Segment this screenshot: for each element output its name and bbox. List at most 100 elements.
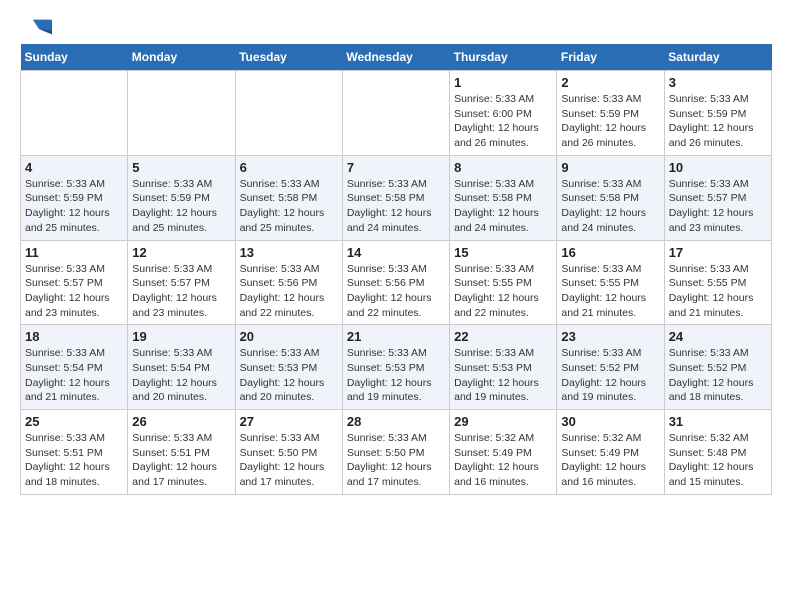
logo-icon	[20, 16, 52, 36]
calendar-cell: 22Sunrise: 5:33 AM Sunset: 5:53 PM Dayli…	[450, 325, 557, 410]
day-number: 24	[669, 329, 767, 344]
weekday-header: Saturday	[664, 44, 771, 71]
day-number: 6	[240, 160, 338, 175]
day-info: Sunrise: 5:33 AM Sunset: 5:54 PM Dayligh…	[132, 346, 230, 405]
calendar-cell: 6 Sunrise: 5:33 AM Sunset: 5:58 PM Daylig…	[235, 155, 342, 240]
day-number: 25	[25, 414, 123, 429]
weekday-header: Tuesday	[235, 44, 342, 71]
day-number: 5	[132, 160, 230, 175]
day-number: 7	[347, 160, 445, 175]
day-info: Sunrise: 5:33 AM Sunset: 5:55 PM Dayligh…	[561, 262, 659, 321]
day-info: Sunrise: 5:33 AM Sunset: 5:57 PM Dayligh…	[25, 262, 123, 321]
calendar-cell: 26 Sunrise: 5:33 AM Sunset: 5:51 PM Dayli…	[128, 410, 235, 495]
calendar-cell: 11 Sunrise: 5:33 AM Sunset: 5:57 PM Dayli…	[21, 240, 128, 325]
day-info: Sunrise: 5:33 AM Sunset: 5:59 PM Dayligh…	[561, 92, 659, 151]
day-info: Sunrise: 5:33 AM Sunset: 5:57 PM Dayligh…	[669, 177, 767, 236]
weekday-header: Monday	[128, 44, 235, 71]
calendar-cell: 28 Sunrise: 5:33 AM Sunset: 5:50 PM Dayli…	[342, 410, 449, 495]
calendar-cell: 10 Sunrise: 5:33 AM Sunset: 5:57 PM Dayli…	[664, 155, 771, 240]
calendar-cell: 31 Sunrise: 5:32 AM Sunset: 5:48 PM Dayli…	[664, 410, 771, 495]
day-number: 29	[454, 414, 552, 429]
calendar-cell: 8Sunrise: 5:33 AM Sunset: 5:58 PM Daylig…	[450, 155, 557, 240]
calendar-cell: 9Sunrise: 5:33 AM Sunset: 5:58 PM Daylig…	[557, 155, 664, 240]
calendar-cell: 4Sunrise: 5:33 AM Sunset: 5:59 PM Daylig…	[21, 155, 128, 240]
calendar-cell: 29 Sunrise: 5:32 AM Sunset: 5:49 PM Dayli…	[450, 410, 557, 495]
day-info: Sunrise: 5:33 AM Sunset: 5:50 PM Dayligh…	[347, 431, 445, 490]
day-number: 1	[454, 75, 552, 90]
calendar-header-row: SundayMondayTuesdayWednesdayThursdayFrid…	[21, 44, 772, 71]
day-number: 19	[132, 329, 230, 344]
day-number: 28	[347, 414, 445, 429]
day-info: Sunrise: 5:33 AM Sunset: 5:53 PM Dayligh…	[240, 346, 338, 405]
calendar-table: SundayMondayTuesdayWednesdayThursdayFrid…	[20, 44, 772, 495]
day-number: 26	[132, 414, 230, 429]
calendar-week-row: 4 Sunrise: 5:33 AM Sunset: 5:59 PM Daylig…	[21, 155, 772, 240]
day-info: Sunrise: 5:33 AM Sunset: 5:55 PM Dayligh…	[454, 262, 552, 321]
calendar-week-row: 1 Sunrise: 5:33 AM Sunset: 6:00 PM Daylig…	[21, 71, 772, 156]
day-number: 13	[240, 245, 338, 260]
day-info: Sunrise: 5:33 AM Sunset: 5:51 PM Dayligh…	[25, 431, 123, 490]
day-number: 18	[25, 329, 123, 344]
day-number: 23	[561, 329, 659, 344]
day-info: Sunrise: 5:32 AM Sunset: 5:49 PM Dayligh…	[561, 431, 659, 490]
day-number: 27	[240, 414, 338, 429]
day-number: 20	[240, 329, 338, 344]
calendar-cell: 3 Sunrise: 5:33 AM Sunset: 5:59 PM Daylig…	[664, 71, 771, 156]
day-info: Sunrise: 5:33 AM Sunset: 5:52 PM Dayligh…	[561, 346, 659, 405]
calendar-cell: 14 Sunrise: 5:33 AM Sunset: 5:56 PM Dayli…	[342, 240, 449, 325]
day-info: Sunrise: 5:33 AM Sunset: 5:59 PM Dayligh…	[669, 92, 767, 151]
day-info: Sunrise: 5:33 AM Sunset: 5:58 PM Dayligh…	[240, 177, 338, 236]
day-number: 3	[669, 75, 767, 90]
day-number: 2	[561, 75, 659, 90]
logo	[20, 16, 56, 36]
day-number: 31	[669, 414, 767, 429]
day-info: Sunrise: 5:33 AM Sunset: 5:56 PM Dayligh…	[347, 262, 445, 321]
day-info: Sunrise: 5:33 AM Sunset: 5:50 PM Dayligh…	[240, 431, 338, 490]
calendar-week-row: 11 Sunrise: 5:33 AM Sunset: 5:57 PM Dayli…	[21, 240, 772, 325]
page-header	[20, 16, 772, 36]
calendar-week-row: 18 Sunrise: 5:33 AM Sunset: 5:54 PM Dayli…	[21, 325, 772, 410]
day-info: Sunrise: 5:33 AM Sunset: 6:00 PM Dayligh…	[454, 92, 552, 151]
calendar-cell	[342, 71, 449, 156]
day-info: Sunrise: 5:33 AM Sunset: 5:55 PM Dayligh…	[669, 262, 767, 321]
day-info: Sunrise: 5:33 AM Sunset: 5:58 PM Dayligh…	[347, 177, 445, 236]
calendar-cell: 18 Sunrise: 5:33 AM Sunset: 5:54 PM Dayli…	[21, 325, 128, 410]
calendar-cell: 7 Sunrise: 5:33 AM Sunset: 5:58 PM Daylig…	[342, 155, 449, 240]
calendar-cell	[21, 71, 128, 156]
day-number: 11	[25, 245, 123, 260]
day-info: Sunrise: 5:33 AM Sunset: 5:52 PM Dayligh…	[669, 346, 767, 405]
day-info: Sunrise: 5:32 AM Sunset: 5:49 PM Dayligh…	[454, 431, 552, 490]
calendar-cell: 17 Sunrise: 5:33 AM Sunset: 5:55 PM Dayli…	[664, 240, 771, 325]
calendar-week-row: 25 Sunrise: 5:33 AM Sunset: 5:51 PM Dayli…	[21, 410, 772, 495]
calendar-cell: 21 Sunrise: 5:33 AM Sunset: 5:53 PM Dayli…	[342, 325, 449, 410]
day-number: 8	[454, 160, 552, 175]
weekday-header: Wednesday	[342, 44, 449, 71]
calendar-cell: 24 Sunrise: 5:33 AM Sunset: 5:52 PM Dayli…	[664, 325, 771, 410]
day-info: Sunrise: 5:32 AM Sunset: 5:48 PM Dayligh…	[669, 431, 767, 490]
calendar-cell: 1 Sunrise: 5:33 AM Sunset: 6:00 PM Daylig…	[450, 71, 557, 156]
calendar-cell: 5 Sunrise: 5:33 AM Sunset: 5:59 PM Daylig…	[128, 155, 235, 240]
day-info: Sunrise: 5:33 AM Sunset: 5:51 PM Dayligh…	[132, 431, 230, 490]
calendar-cell	[128, 71, 235, 156]
weekday-header: Friday	[557, 44, 664, 71]
calendar-cell: 2 Sunrise: 5:33 AM Sunset: 5:59 PM Daylig…	[557, 71, 664, 156]
day-info: Sunrise: 5:33 AM Sunset: 5:59 PM Dayligh…	[132, 177, 230, 236]
calendar-cell: 15 Sunrise: 5:33 AM Sunset: 5:55 PM Dayli…	[450, 240, 557, 325]
day-number: 15	[454, 245, 552, 260]
day-number: 16	[561, 245, 659, 260]
day-number: 21	[347, 329, 445, 344]
day-number: 17	[669, 245, 767, 260]
day-number: 14	[347, 245, 445, 260]
weekday-header: Sunday	[21, 44, 128, 71]
day-info: Sunrise: 5:33 AM Sunset: 5:54 PM Dayligh…	[25, 346, 123, 405]
day-number: 4	[25, 160, 123, 175]
day-info: Sunrise: 5:33 AM Sunset: 5:58 PM Dayligh…	[561, 177, 659, 236]
day-info: Sunrise: 5:33 AM Sunset: 5:53 PM Dayligh…	[347, 346, 445, 405]
day-info: Sunrise: 5:33 AM Sunset: 5:57 PM Dayligh…	[132, 262, 230, 321]
day-info: Sunrise: 5:33 AM Sunset: 5:56 PM Dayligh…	[240, 262, 338, 321]
calendar-cell	[235, 71, 342, 156]
day-number: 30	[561, 414, 659, 429]
day-number: 10	[669, 160, 767, 175]
calendar-cell: 20 Sunrise: 5:33 AM Sunset: 5:53 PM Dayli…	[235, 325, 342, 410]
calendar-cell: 27 Sunrise: 5:33 AM Sunset: 5:50 PM Dayli…	[235, 410, 342, 495]
